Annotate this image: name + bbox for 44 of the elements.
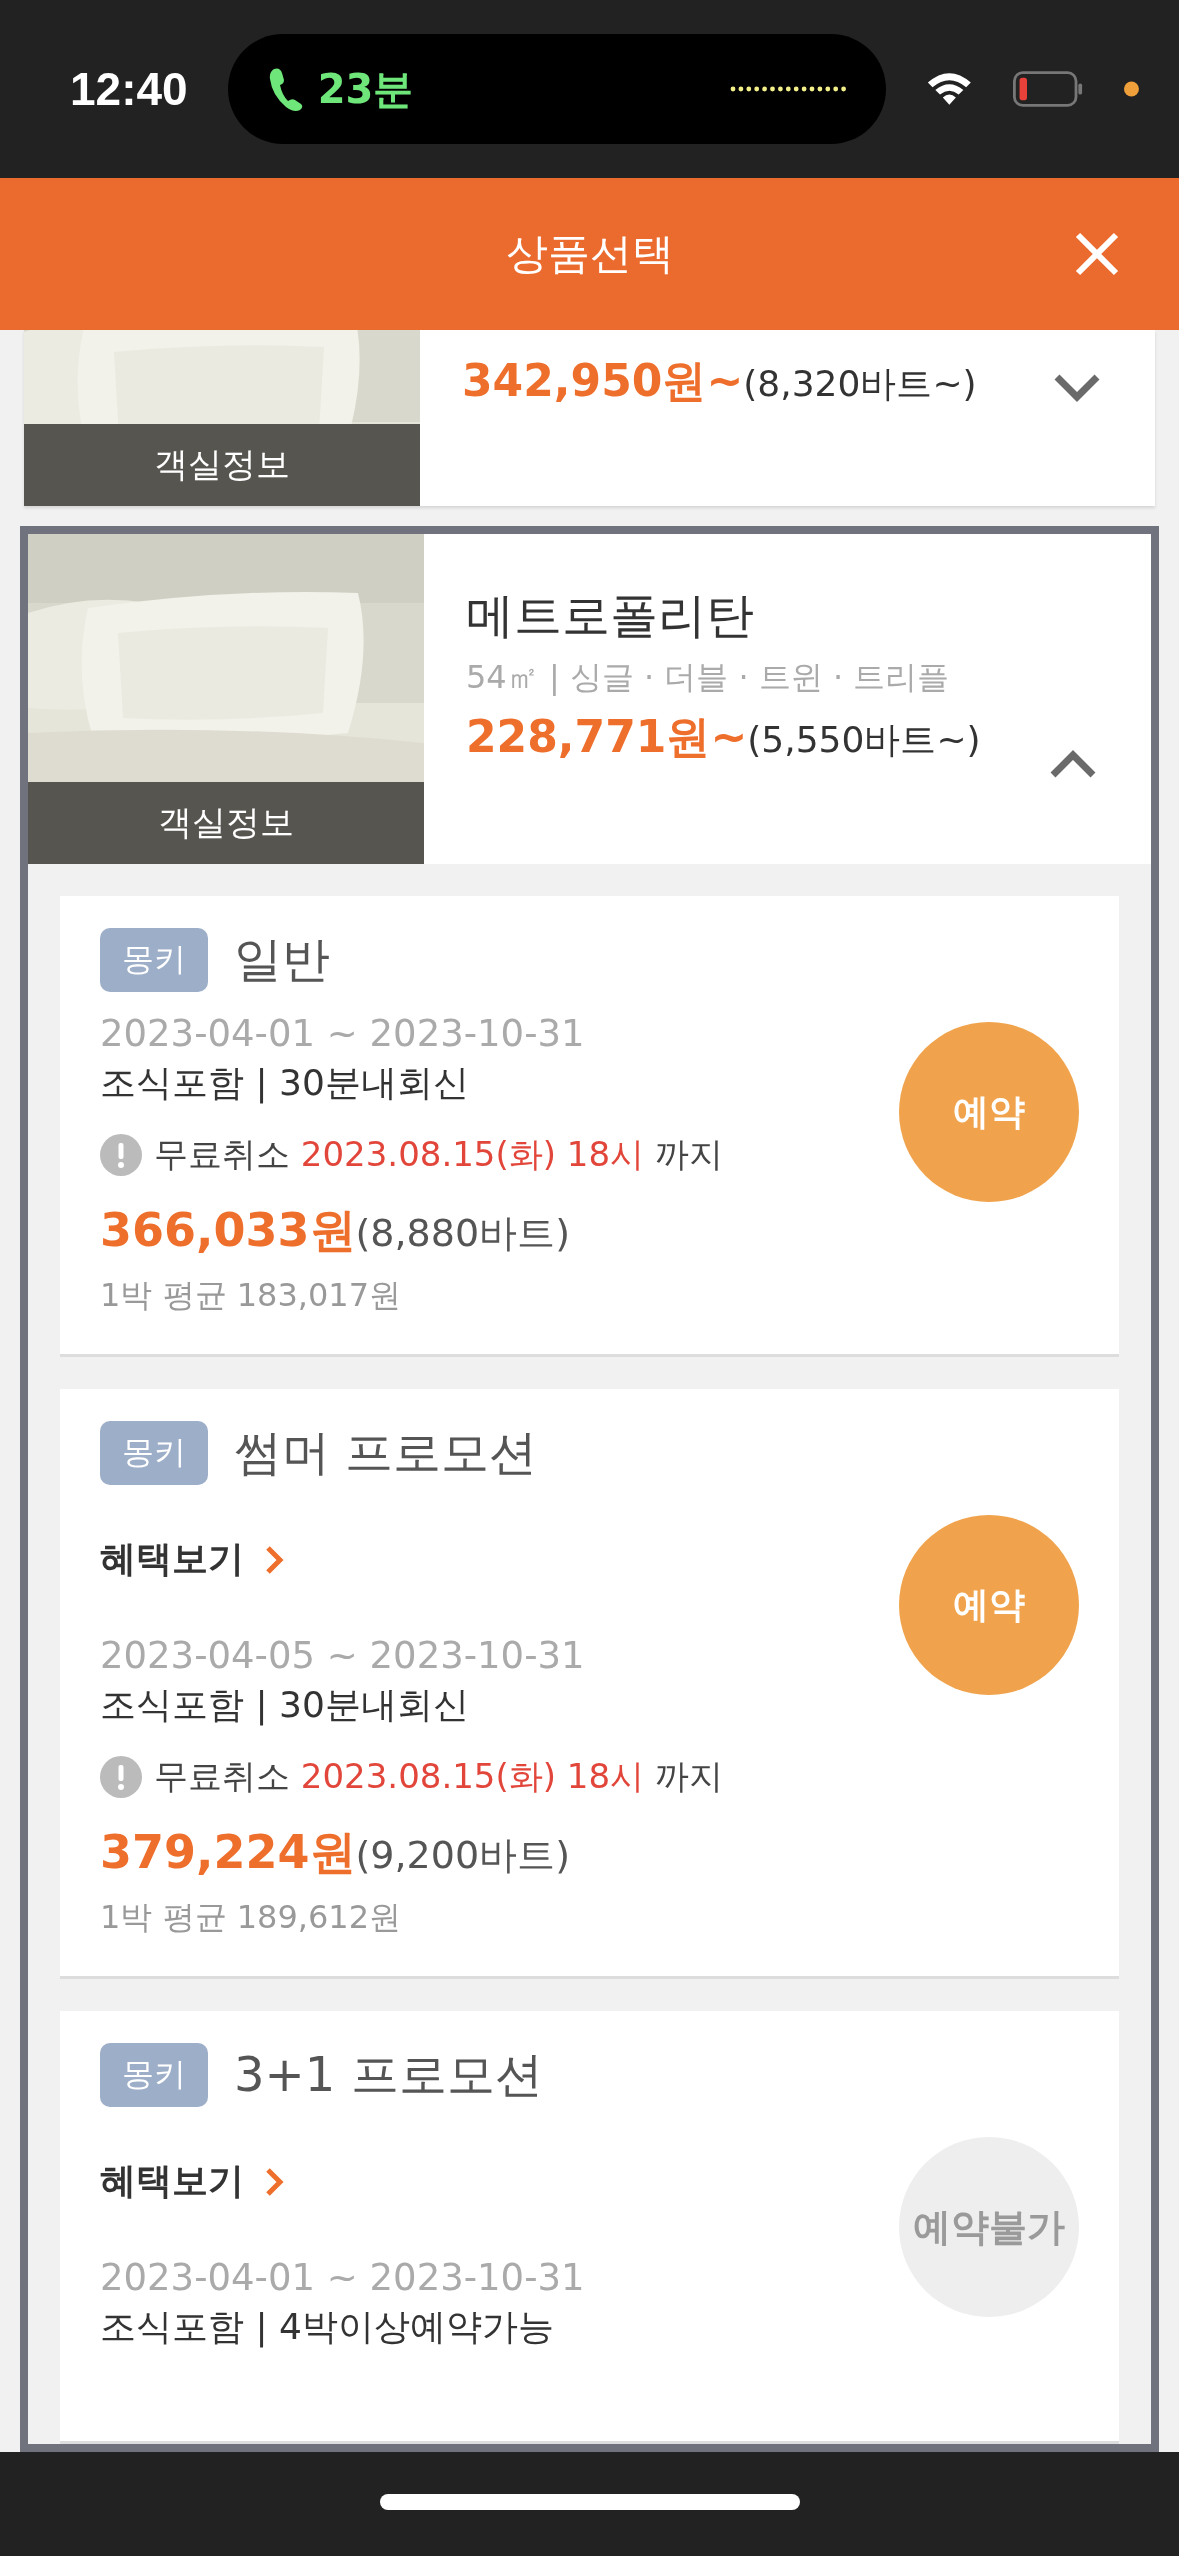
header-title: 상품선택 [505, 228, 674, 280]
plan-conditions: 조식포함 | 30분내회신 [100, 1061, 470, 1106]
free-cancel-notice: 무료취소 2023.08.15(화) 18시 까지 [154, 1755, 723, 1798]
room-price-baht: (5,550바트~) [747, 718, 981, 762]
benefits-link[interactable]: 혜택보기 [100, 1535, 284, 1584]
plan-name: 일반 [234, 930, 330, 989]
chevron-right-icon [264, 2165, 284, 2198]
recording-dot-icon [1124, 81, 1139, 97]
benefits-link[interactable]: 혜택보기 [100, 2157, 284, 2206]
exclamation-icon [100, 1134, 142, 1176]
call-duration: 23분 [317, 64, 415, 114]
chevron-right-icon [264, 1543, 284, 1576]
plan-tag: 몽키 [100, 2043, 208, 2107]
chevron-down-icon [1053, 373, 1101, 403]
status-time: 12:40 [70, 62, 188, 116]
wifi-icon [926, 70, 974, 108]
room-price: 228,771원~ [466, 710, 748, 764]
free-cancel-notice: 무료취소 2023.08.15(화) 18시 까지 [154, 1133, 723, 1176]
audio-dots-icon [730, 86, 847, 92]
plan-price-baht: (8,880바트) [355, 1210, 570, 1257]
room-details: 54㎡ | 싱글 · 더블 · 트윈 · 트리플 [466, 657, 951, 698]
plan-period: 2023-04-01 ~ 2023-10-31 [100, 2256, 586, 2299]
plan-period: 2023-04-01 ~ 2023-10-31 [100, 1012, 586, 1055]
exclamation-icon [100, 1756, 142, 1798]
plan-name: 썸머 프로모션 [234, 1423, 538, 1482]
room-info-button[interactable]: 객실정보 [24, 424, 420, 506]
battery-icon [1013, 70, 1085, 108]
room-price-baht: (8,320바트~) [743, 362, 977, 406]
chevron-up-icon [1049, 749, 1097, 779]
plan-conditions: 조식포함 | 4박이상예약가능 [100, 2305, 555, 2350]
nightly-average: 1박 평균 183,017원 [100, 1275, 403, 1316]
nightly-average: 1박 평균 189,612원 [100, 1897, 403, 1938]
plan-period: 2023-04-05 ~ 2023-10-31 [100, 1634, 586, 1677]
plan-price: 379,224원 [100, 1824, 356, 1881]
plan-name: 3+1 프로모션 [234, 2045, 543, 2104]
room-name: 메트로폴리탄 [466, 586, 755, 645]
phone-icon [267, 67, 304, 111]
plan-tag: 몽키 [100, 1421, 208, 1485]
plan-price: 366,033원 [100, 1202, 356, 1259]
room-info-button[interactable]: 객실정보 [28, 782, 424, 864]
plan-tag: 몽키 [100, 928, 208, 992]
room-price: 342,950원~ [462, 354, 744, 408]
plan-price-baht: (9,200바트) [355, 1832, 570, 1879]
plan-conditions: 조식포함 | 30분내회신 [100, 1683, 470, 1728]
